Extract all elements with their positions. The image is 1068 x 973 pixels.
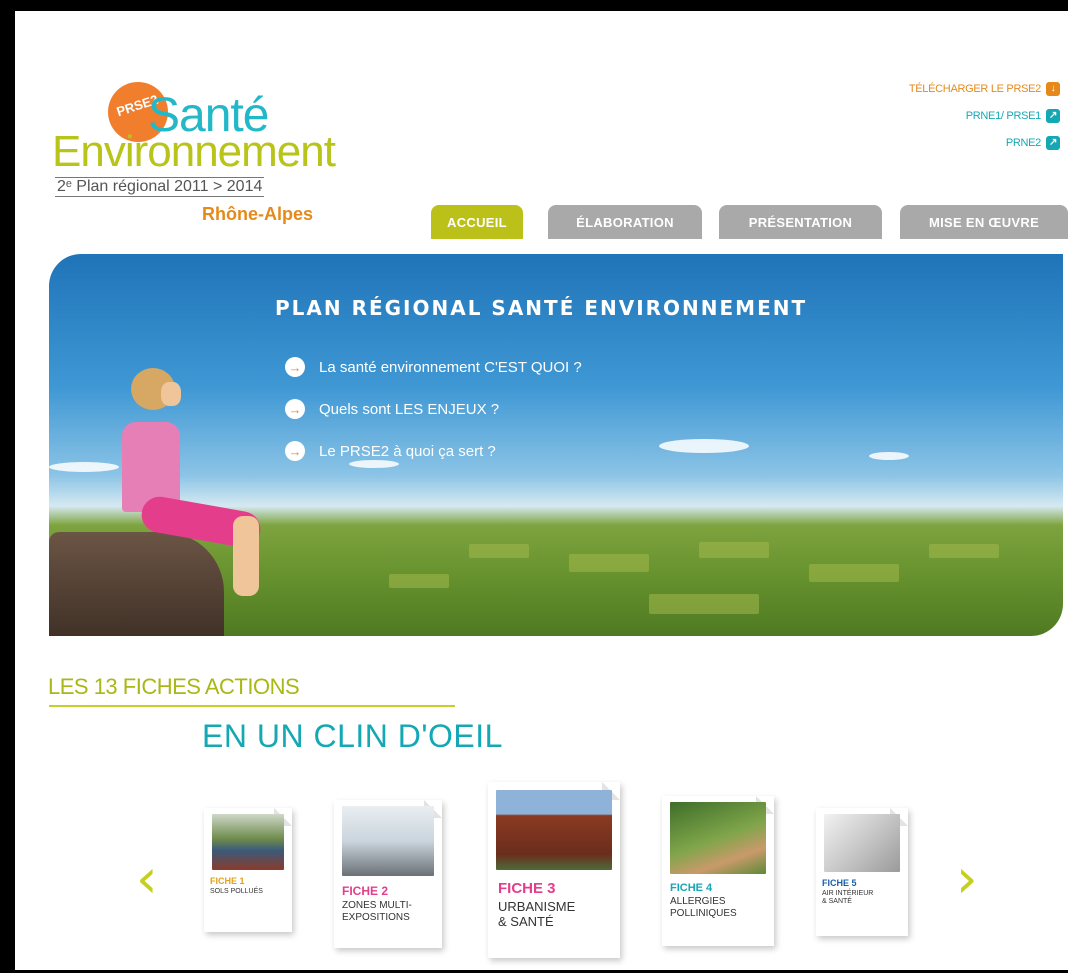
fiche-number: FICHE 3 <box>498 880 556 897</box>
tab-accueil[interactable]: ACCUEIL <box>431 205 523 239</box>
section-divider <box>49 705 455 707</box>
arrow-right-icon: → <box>285 441 305 461</box>
tab-presentation[interactable]: PRÉSENTATION <box>719 205 882 239</box>
hero-title: PLAN RÉGIONAL SANTÉ ENVIRONNEMENT <box>275 296 808 320</box>
rock <box>49 532 224 636</box>
prne1-prse1-link[interactable]: PRNE1/ PRSE1 ↗ <box>909 102 1060 129</box>
arrow-right-icon: → <box>285 399 305 419</box>
fiche-card-2[interactable]: FICHE 2 ZONES MULTI- EXPOSITIONS <box>334 800 442 948</box>
top-link-label: PRNE1/ PRSE1 <box>965 109 1042 122</box>
fiche-card-4[interactable]: FICHE 4 ALLERGIES POLLINIQUES <box>662 796 774 946</box>
logo-region: Rhône-Alpes <box>202 204 314 224</box>
tab-elaboration[interactable]: ÉLABORATION <box>548 205 702 239</box>
top-links: TÉLÉCHARGER LE PRSE2 ↓ PRNE1/ PRSE1 ↗ PR… <box>909 75 1060 156</box>
fiche-text: AIR INTÉRIEUR & SANTÉ <box>822 890 874 906</box>
fiche-number: FICHE 4 <box>670 882 713 894</box>
logo-subtitle: Environnement <box>52 127 336 176</box>
fiche-number: FICHE 5 <box>822 878 857 888</box>
site-logo[interactable]: PRSE2 Santé Environnement 2ᵉ Plan région… <box>52 74 352 224</box>
hero-link-enjeux[interactable]: → Quels sont LES ENJEUX ? <box>285 388 582 430</box>
section-title: LES 13 FICHES ACTIONS <box>48 674 300 699</box>
external-link-icon: ↗ <box>1046 135 1060 150</box>
download-icon: ↓ <box>1046 81 1060 96</box>
stray-character: s <box>0 808 15 841</box>
top-link-label: PRNE2 <box>1005 136 1041 149</box>
fiche-number: FICHE 2 <box>342 884 389 898</box>
hero-banner: PLAN RÉGIONAL SANTÉ ENVIRONNEMENT → La s… <box>49 254 1063 636</box>
hero-link-label: Le PRSE2 à quoi ça sert ? <box>319 442 496 460</box>
arrow-right-icon: → <box>285 357 305 377</box>
hero-links: → La santé environnement C'EST QUOI ? → … <box>285 346 582 472</box>
hero-link-sante-env[interactable]: → La santé environnement C'EST QUOI ? <box>285 346 582 388</box>
fiche-thumbnail <box>212 814 284 870</box>
fiche-text: URBANISME & SANTÉ <box>498 899 576 929</box>
fiche-card-3[interactable]: FICHE 3 URBANISME & SANTÉ <box>488 782 620 958</box>
fiche-thumbnail <box>670 802 766 874</box>
logo-plan: 2ᵉ Plan régional 2011 > 2014 <box>55 177 265 197</box>
carousel-next-button[interactable]: › <box>956 852 978 906</box>
prne2-link[interactable]: PRNE2 ↗ <box>909 129 1060 156</box>
fiche-text: ALLERGIES POLLINIQUES <box>670 896 737 919</box>
fiche-text: ZONES MULTI- EXPOSITIONS <box>342 900 412 923</box>
tab-mise-en-oeuvre[interactable]: MISE EN ŒUVRE <box>900 205 1068 239</box>
fiche-text: SOLS POLLUÉS <box>210 888 263 895</box>
fiche-thumbnail <box>342 806 434 876</box>
hero-link-label: Quels sont LES ENJEUX ? <box>319 400 500 418</box>
fiche-thumbnail <box>496 790 612 870</box>
page: PRSE2 Santé Environnement 2ᵉ Plan région… <box>18 12 1068 970</box>
carousel-prev-button[interactable]: ‹ <box>136 852 158 906</box>
fiche-number: FICHE 1 <box>210 876 245 886</box>
external-link-icon: ↗ <box>1046 108 1060 123</box>
hero-link-label: La santé environnement C'EST QUOI ? <box>319 358 582 376</box>
download-prse2-link[interactable]: TÉLÉCHARGER LE PRSE2 ↓ <box>909 75 1060 102</box>
fiche-thumbnail <box>824 814 900 872</box>
top-link-label: TÉLÉCHARGER LE PRSE2 <box>908 82 1041 95</box>
section-subtitle: EN UN CLIN D'OEIL <box>202 718 503 754</box>
hero-link-prse2[interactable]: → Le PRSE2 à quoi ça sert ? <box>285 430 582 472</box>
fiche-card-5[interactable]: FICHE 5 AIR INTÉRIEUR & SANTÉ <box>816 808 908 936</box>
fiche-card-1[interactable]: FICHE 1 SOLS POLLUÉS <box>204 808 292 932</box>
